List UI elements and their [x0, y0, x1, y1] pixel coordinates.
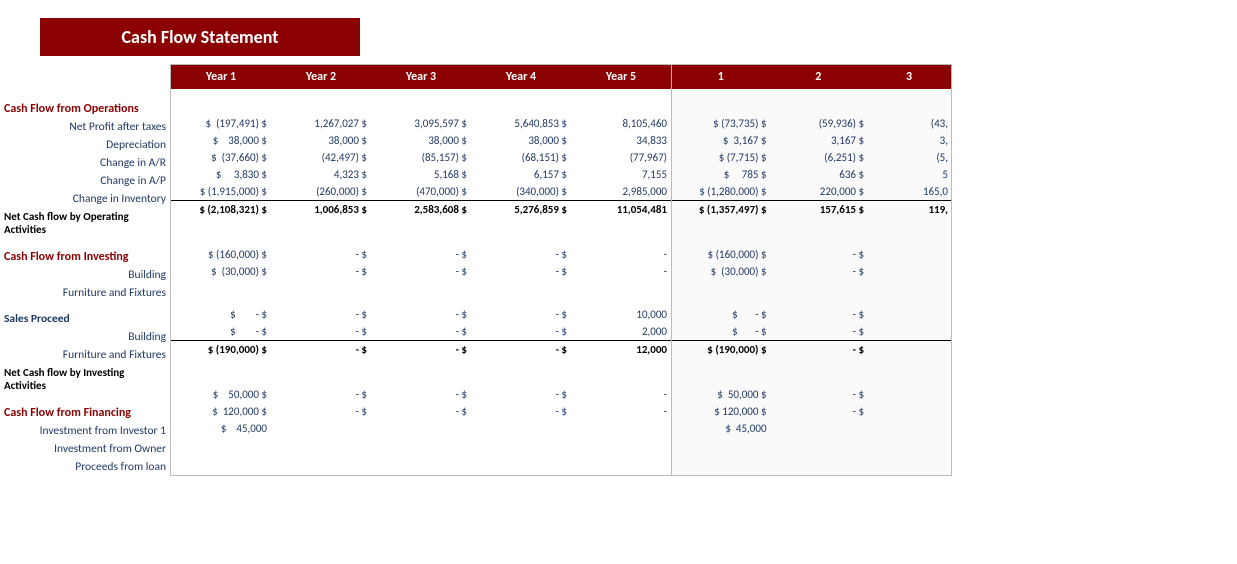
- label-net-profit: Net Profit after taxes: [0, 118, 170, 136]
- row-furniture-sp: $ - $ - $ - $ - $ 2,000: [171, 323, 671, 341]
- label-depreciation: Depreciation: [0, 136, 170, 154]
- page-title: Cash Flow Statement: [40, 18, 360, 56]
- q-row-inv-total: $ (190,000) $ - $: [672, 341, 951, 359]
- quarters-panel: 1 2 3 $ (73,735) $ (59,936) $ (43, $ 3,1…: [672, 64, 952, 476]
- q-row-depreciation: $ 3,167 $ 3,167 $ 3,: [672, 132, 951, 149]
- label-building-inv: Building: [0, 266, 170, 284]
- investing-header: Cash Flow from Investing: [0, 248, 170, 266]
- label-ops-total: Net Cash flow by Operating Activities: [0, 208, 170, 238]
- q-row-building-inv: $ (160,000) $ - $: [672, 246, 951, 263]
- q-row-loan: $ 45,000: [672, 420, 951, 437]
- label-loan: Proceeds from loan: [0, 458, 170, 476]
- quarters-header-row: 1 2 3: [672, 65, 951, 89]
- financing-header: Cash Flow from Financing: [0, 404, 170, 422]
- page-container: Cash Flow Statement Cash Flow from Opera…: [0, 0, 1237, 564]
- row-building-sp: $ - $ - $ - $ - $ 10,000: [171, 306, 671, 323]
- q-row-ops-total: $ (1,357,497) $ 157,615 $ 119,: [672, 201, 951, 219]
- year5-header: Year 5: [571, 65, 671, 89]
- label-investor1: Investment from Investor 1: [0, 422, 170, 440]
- label-change-ar: Change in A/R: [0, 154, 170, 172]
- row-loan: $ 45,000: [171, 420, 671, 437]
- label-inv-total: Net Cash flow by Investing Activities: [0, 364, 170, 394]
- q-row-change-inventory: $ (1,280,000) $ 220,000 $ 165,0: [672, 183, 951, 201]
- row-furniture-inv: $ (30,000) $ - $ - $ - $ -: [171, 263, 671, 280]
- row-change-ap: $ 3,830 $ 4,323 $ 5,168 $ 6,157 $ 7,155: [171, 166, 671, 183]
- row-depreciation: $ 38,000 $ 38,000 $ 38,000 $ 38,000 $ 34…: [171, 132, 671, 149]
- q-row-owner: $ 120,000 $ - $: [672, 403, 951, 420]
- q-row-change-ap: $ 785 $ 636 $ 5: [672, 166, 951, 183]
- years-panel: Year 1 Year 2 Year 3 Year 4 Year 5 $ (19…: [170, 64, 672, 476]
- label-building-sp: Building: [0, 328, 170, 346]
- row-net-profit: $ (197,491) $ 1,267,027 $ 3,095,597 $ 5,…: [171, 115, 671, 132]
- year1-header: Year 1: [171, 65, 271, 89]
- row-investor1: $ 50,000 $ - $ - $ - $ -: [171, 386, 671, 403]
- operations-header: Cash Flow from Operations: [0, 100, 170, 118]
- q3-header: 3: [867, 65, 951, 89]
- q-row-change-ar: $ (7,715) $ (6,251) $ (5,: [672, 149, 951, 166]
- year4-header: Year 4: [471, 65, 571, 89]
- label-furniture-sp: Furniture and Fixtures: [0, 346, 170, 364]
- label-column: Cash Flow from Operations Net Profit aft…: [0, 64, 170, 476]
- row-owner: $ 120,000 $ - $ - $ - $ -: [171, 403, 671, 420]
- q-row-furniture-sp: $ - $ - $: [672, 323, 951, 341]
- row-ops-total: $ (2,108,321) $ 1,006,853 $ 2,583,608 $ …: [171, 201, 671, 219]
- years-header-row: Year 1 Year 2 Year 3 Year 4 Year 5: [171, 65, 671, 89]
- row-change-inventory: $ (1,915,000) $ (260,000) $ (470,000) $ …: [171, 183, 671, 201]
- q1-header: 1: [672, 65, 770, 89]
- label-change-ap: Change in A/P: [0, 172, 170, 190]
- row-change-ar: $ (37,660) $ (42,497) $ (85,157) $ (68,1…: [171, 149, 671, 166]
- q-row-net-profit: $ (73,735) $ (59,936) $ (43,: [672, 115, 951, 132]
- label-furniture-inv: Furniture and Fixtures: [0, 284, 170, 302]
- year3-header: Year 3: [371, 65, 471, 89]
- label-owner: Investment from Owner: [0, 440, 170, 458]
- q-row-building-sp: $ - $ - $: [672, 306, 951, 323]
- label-change-inventory: Change in Inventory: [0, 190, 170, 208]
- row-building-inv: $ (160,000) $ - $ - $ - $ -: [171, 246, 671, 263]
- q-row-investor1: $ 50,000 $ - $: [672, 386, 951, 403]
- label-sales-proceed: Sales Proceed: [0, 310, 170, 328]
- q-row-furniture-inv: $ (30,000) $ - $: [672, 263, 951, 280]
- q2-header: 2: [770, 65, 868, 89]
- year2-header: Year 2: [271, 65, 371, 89]
- row-inv-total: $ (190,000) $ - $ - $ - $ 12,000: [171, 341, 671, 359]
